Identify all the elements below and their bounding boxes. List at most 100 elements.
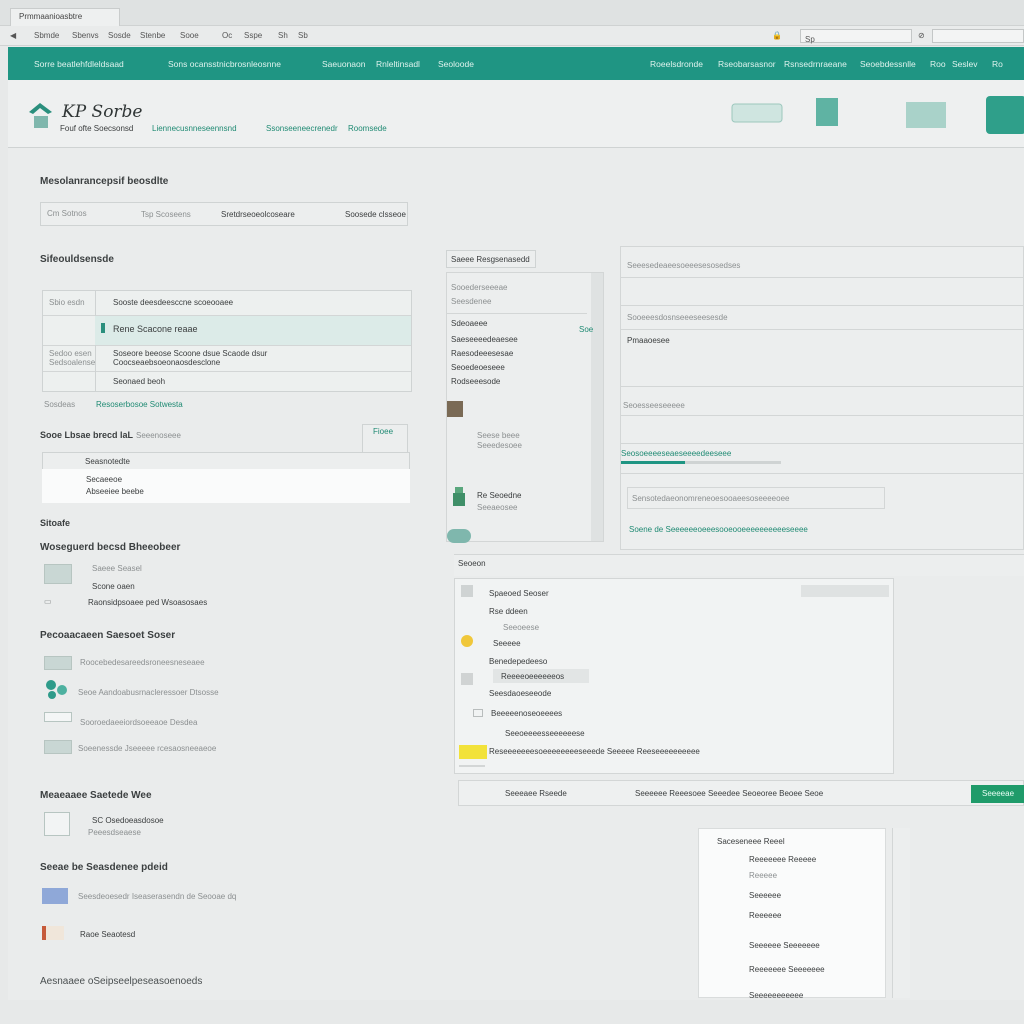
nav-item[interactable]: Oc bbox=[222, 31, 232, 40]
site-nav-item[interactable]: Rsnsedrnraeane bbox=[784, 59, 847, 69]
breadcrumb-item[interactable]: Sretdrseoeolcoseare bbox=[221, 210, 295, 219]
list-item[interactable]: Raonsidpsoaee ped Wsoasosaes bbox=[88, 598, 207, 607]
table-row-label: Sbio esdn bbox=[49, 298, 85, 307]
dialog-footer-middle[interactable]: Seeeeee Reeesoee Seeedee Seoeoree Beoee … bbox=[635, 789, 823, 798]
site-nav-item[interactable]: Roo bbox=[930, 59, 946, 69]
row-footer-right[interactable]: Resoserbosoe Sotwesta bbox=[96, 400, 183, 409]
panel-item[interactable]: Saeseeeedeaesee bbox=[451, 335, 518, 344]
site-nav-item[interactable]: Ro bbox=[992, 59, 1003, 69]
dialog-row[interactable]: Seesdaoeseeode bbox=[489, 689, 551, 698]
logo-text[interactable]: KP Sorbe bbox=[62, 102, 143, 122]
panel-item[interactable]: Seoedeoeseee bbox=[451, 363, 505, 372]
field-box[interactable]: Sensotedaeonomreneoesooaeesoseeeeoee bbox=[627, 487, 885, 509]
selected-head: Seasnotedte bbox=[85, 457, 130, 466]
security-icon[interactable]: ⊘ bbox=[918, 31, 925, 40]
nav-item[interactable]: Sbmde bbox=[34, 31, 59, 40]
checkbox[interactable] bbox=[473, 709, 483, 717]
list-item[interactable]: Saeee Seasel bbox=[92, 564, 142, 573]
panel-item[interactable]: Raesodeeesesae bbox=[451, 349, 513, 358]
popup-item[interactable]: Seeeeeeeeeee bbox=[749, 991, 803, 1000]
popup-item[interactable]: Seeeeee bbox=[749, 891, 781, 900]
list-item[interactable]: Peeesdseaese bbox=[88, 828, 141, 837]
panel-item[interactable]: Seesdenee bbox=[451, 297, 491, 306]
breadcrumb-item[interactable]: Soosede clsseoe bbox=[345, 210, 406, 219]
popup-item[interactable]: Reeeee bbox=[749, 871, 777, 880]
address-bar[interactable]: Sp bbox=[800, 29, 912, 44]
site-nav-item[interactable]: Sons ocansstnicbrosnleosnne bbox=[168, 59, 281, 69]
site-nav-item[interactable]: Rseobarsasnor bbox=[718, 59, 776, 69]
nav-item[interactable]: Sbenvs bbox=[72, 31, 99, 40]
site-nav-item[interactable]: Sorre beatlehfdleldsaad bbox=[34, 59, 124, 69]
table-row-text[interactable]: Rene Scacone reaae bbox=[113, 324, 198, 334]
panel-item[interactable]: Rodseeesode bbox=[451, 377, 500, 386]
dialog-row[interactable]: Rse ddeen bbox=[489, 607, 528, 616]
document-icon bbox=[44, 812, 70, 836]
popup-item[interactable]: Seeeeee Seeeeeee bbox=[749, 941, 820, 950]
dialog-search[interactable] bbox=[801, 585, 889, 597]
list-item[interactable]: Scone oaen bbox=[92, 582, 135, 591]
scrollbar[interactable] bbox=[591, 273, 603, 541]
nav-item[interactable]: Sh bbox=[278, 31, 288, 40]
popup-item[interactable]: Reeeeee bbox=[749, 911, 781, 920]
table-row-text[interactable]: Sooste deesdeesccne scoeooaee bbox=[113, 298, 233, 307]
dialog-row[interactable]: Seeeee bbox=[493, 639, 521, 648]
header-link[interactable]: Ssonseeneecrenedr bbox=[266, 124, 338, 133]
list-item[interactable]: Raoe Seaotesd bbox=[80, 930, 135, 939]
site-nav-item[interactable]: Seoloode bbox=[438, 59, 474, 69]
file-icon bbox=[461, 585, 473, 597]
header-link[interactable]: Liennecusnneseennsnd bbox=[152, 124, 237, 133]
toggle[interactable] bbox=[447, 529, 471, 543]
dialog-row[interactable]: Seeoeeeesseeeeeese bbox=[505, 729, 585, 738]
dialog-row-selected[interactable]: Reeeeoeeeeeeos bbox=[493, 669, 589, 683]
confirm-button[interactable]: Seeeeae bbox=[971, 785, 1024, 803]
browser-tab[interactable]: Prmmaanioasbtre bbox=[10, 8, 120, 26]
selected-row[interactable]: Secaeeoe Abseeiee beebe bbox=[42, 469, 410, 503]
panel-badge: Soe bbox=[579, 325, 594, 334]
nav-item[interactable]: Sspe bbox=[244, 31, 262, 40]
popup-item[interactable]: Reeeeeee Seeeeeee bbox=[749, 965, 825, 974]
breadcrumb-item[interactable]: Cm Sotnos bbox=[47, 209, 87, 218]
field-input[interactable]: Pmaaoesee bbox=[621, 329, 1024, 387]
dialog-row[interactable]: Beeeeenoseoeeees bbox=[491, 709, 562, 718]
table-row-text[interactable]: Soseore beeose Scoone dsue Scaode dsur C… bbox=[113, 349, 323, 367]
browser-search-input[interactable] bbox=[932, 29, 1024, 43]
row-footer-left[interactable]: Sosdeas bbox=[44, 400, 75, 409]
section-title: Mesolanrancepsif beosdlte bbox=[40, 176, 169, 187]
field-label: Seeesedeaeesoeeesesosedses bbox=[627, 261, 741, 270]
list-item[interactable]: Seoe Aandoabusrnacleressoer Dtsosse bbox=[78, 688, 219, 697]
dialog-row[interactable]: Benedepedeeso bbox=[489, 657, 547, 666]
list-item[interactable]: Roocebedesareedsroneesneseaee bbox=[80, 658, 205, 667]
list-item[interactable]: SC Osedoeasdosoe bbox=[92, 816, 164, 825]
breadcrumb-item[interactable]: Tsp Scoseens bbox=[141, 210, 191, 219]
panel-title: Saeee Resgsenasedd bbox=[451, 255, 530, 264]
dialog-row[interactable]: Seeoeese bbox=[503, 623, 539, 632]
header-link[interactable]: Roomsede bbox=[348, 124, 387, 133]
nav-item[interactable]: Sb bbox=[298, 31, 308, 40]
popup-scrollbar[interactable] bbox=[892, 828, 910, 998]
site-nav-item[interactable]: Rnleltinsadl bbox=[376, 59, 420, 69]
list-item[interactable]: Seesdeoesedr Iseaserasendn de Seooae dq bbox=[78, 892, 236, 901]
panel-item[interactable]: Sooederseeeae bbox=[451, 283, 508, 292]
popup-item[interactable]: Reeeeeee Reeeee bbox=[749, 855, 816, 864]
dialog-row[interactable]: Spaeoed Seoser bbox=[489, 589, 549, 598]
site-nav-item[interactable]: Saeuonaon bbox=[322, 59, 366, 69]
panel-item[interactable]: Sdeoaeee bbox=[451, 319, 487, 328]
logo-icon bbox=[29, 103, 52, 128]
site-nav-item[interactable]: Roeelsdronde bbox=[650, 59, 703, 69]
nav-item[interactable]: Stenbe bbox=[140, 31, 165, 40]
nav-item[interactable]: Sooe bbox=[180, 31, 199, 40]
site-nav-item[interactable]: Seslev bbox=[952, 59, 978, 69]
avatar bbox=[447, 401, 463, 417]
dialog-footer-left[interactable]: Seeeaee Rseede bbox=[505, 789, 567, 798]
side-card-caption: Fioee bbox=[373, 427, 394, 436]
back-icon[interactable]: ◀ bbox=[10, 31, 16, 40]
subsection-link[interactable]: Seeenoseee bbox=[136, 431, 181, 440]
list-item[interactable]: Sooroedaeeiordsoeeaoe Desdea bbox=[80, 718, 197, 727]
list-item[interactable]: Soeenessde Jseeeee rcesaosneeaeoe bbox=[78, 744, 216, 753]
dialog-row[interactable]: Reseeeeeeesoeeeeeeeeseeede Seeeee Reesee… bbox=[489, 747, 700, 756]
site-nav-item[interactable]: Seoebdessnlle bbox=[860, 59, 916, 69]
panel-title-box: Saeee Resgsenasedd bbox=[446, 250, 536, 268]
section-title: Meaeaaee Saetede Wee bbox=[40, 790, 152, 801]
table-row-text[interactable]: Seonaed beoh bbox=[113, 377, 165, 386]
nav-item[interactable]: Sosde bbox=[108, 31, 131, 40]
